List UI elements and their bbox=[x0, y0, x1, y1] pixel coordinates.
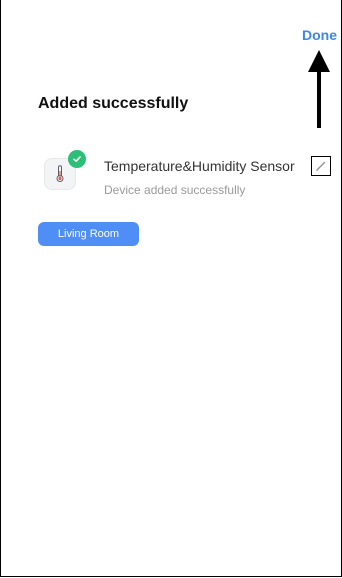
edit-name-button[interactable] bbox=[311, 156, 331, 176]
pencil-icon bbox=[316, 161, 326, 171]
room-button[interactable]: Living Room bbox=[38, 222, 139, 246]
screen-frame: Done Added successfully Temperature&Humi… bbox=[0, 0, 342, 577]
page-title: Added successfully bbox=[38, 95, 189, 112]
up-arrow-annotation bbox=[308, 50, 330, 128]
device-status: Device added successfully bbox=[104, 183, 246, 197]
check-icon bbox=[73, 156, 81, 162]
success-badge bbox=[68, 150, 86, 168]
thermometer-icon bbox=[56, 165, 64, 182]
device-name: Temperature&Humidity Sensor bbox=[104, 158, 295, 174]
done-button[interactable]: Done bbox=[302, 27, 337, 43]
